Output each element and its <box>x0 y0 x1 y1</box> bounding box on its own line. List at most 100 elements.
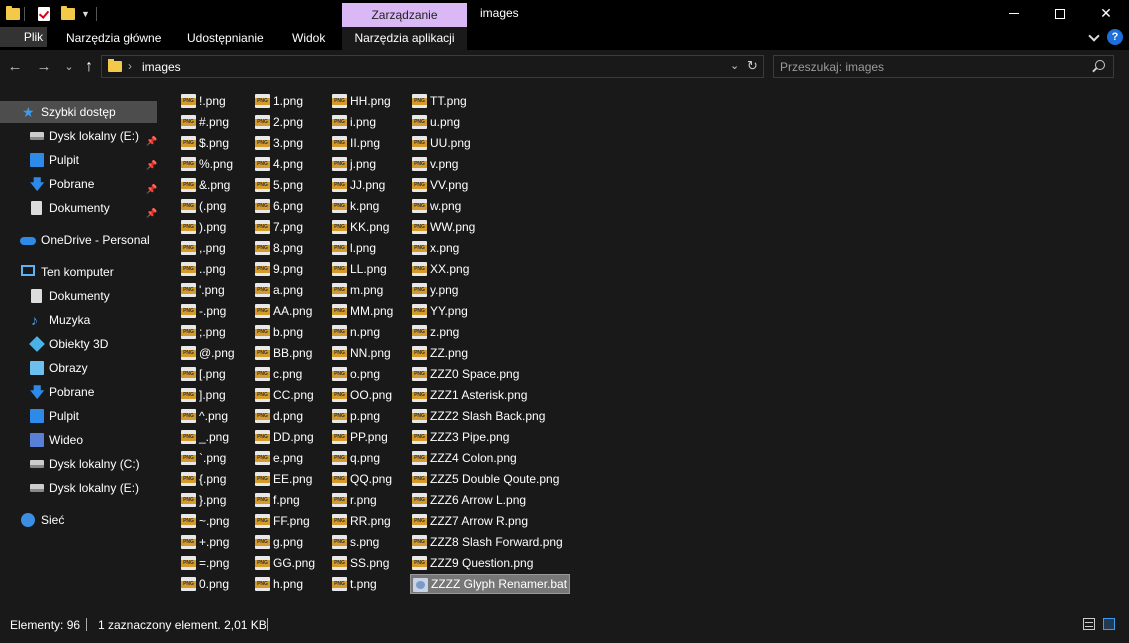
file-item[interactable]: b.png <box>253 322 303 342</box>
file-item[interactable]: SS.png <box>330 553 389 573</box>
search-box[interactable] <box>773 55 1114 78</box>
manage-tab[interactable]: Zarządzanie <box>342 3 467 27</box>
expand-ribbon-chevron-icon[interactable] <box>1087 31 1101 45</box>
file-item[interactable]: @.png <box>179 343 235 363</box>
search-icon[interactable] <box>1095 60 1105 70</box>
sidebar-item-pulpit-pinned[interactable]: Pulpit 📌 <box>0 149 157 171</box>
sidebar-item-dokumenty[interactable]: Dokumenty <box>0 285 157 307</box>
file-item[interactable]: +.png <box>179 532 229 552</box>
file-item[interactable]: 6.png <box>253 196 303 216</box>
file-item[interactable]: o.png <box>330 364 380 384</box>
file-item[interactable]: ZZZ3 Pipe.png <box>410 427 509 447</box>
sidebar-item-obrazy[interactable]: Obrazy <box>0 357 157 379</box>
file-item[interactable]: VV.png <box>410 175 468 195</box>
folder-icon[interactable] <box>6 5 20 23</box>
file-item[interactable]: QQ.png <box>330 469 392 489</box>
file-item[interactable]: -.png <box>179 301 226 321</box>
file-item[interactable]: 0.png <box>179 574 229 594</box>
file-item[interactable]: _.png <box>179 427 229 447</box>
sidebar-item-pobrane[interactable]: 🡇 Pobrane <box>0 381 157 403</box>
file-item[interactable]: ZZZ5 Double Qoute.png <box>410 469 559 489</box>
file-item[interactable]: d.png <box>253 406 303 426</box>
file-item[interactable]: v.png <box>410 154 458 174</box>
file-item[interactable]: 2.png <box>253 112 303 132</box>
file-item[interactable]: '.png <box>179 280 225 300</box>
file-item[interactable]: {.png <box>179 469 226 489</box>
file-item[interactable]: l.png <box>330 238 376 258</box>
file-item[interactable]: NN.png <box>330 343 391 363</box>
file-item[interactable]: 9.png <box>253 259 303 279</box>
file-item[interactable]: !.png <box>179 91 226 111</box>
file-item[interactable]: ZZZ9 Question.png <box>410 553 533 573</box>
file-item[interactable]: PP.png <box>330 427 388 447</box>
minimize-button[interactable] <box>991 0 1037 27</box>
address-bar[interactable]: › images ⌄ ↻ <box>101 55 764 78</box>
file-item[interactable]: ZZZ8 Slash Forward.png <box>410 532 563 552</box>
file-item[interactable]: YY.png <box>410 301 468 321</box>
up-button[interactable]: ↑ <box>79 58 99 76</box>
file-item[interactable]: g.png <box>253 532 303 552</box>
file-item[interactable]: ZZZ1 Asterisk.png <box>410 385 527 405</box>
sidebar-item-dokumenty-pinned[interactable]: Dokumenty 📌 <box>0 197 157 219</box>
tab-udostepnianie[interactable]: Udostępnianie <box>187 27 264 50</box>
sidebar-item-dysk-e[interactable]: Dysk lokalny (E:) <box>0 477 157 499</box>
tab-widok[interactable]: Widok <box>292 27 325 50</box>
file-item[interactable]: KK.png <box>330 217 389 237</box>
file-item[interactable]: 8.png <box>253 238 303 258</box>
file-item[interactable]: ..png <box>179 259 226 279</box>
file-item[interactable]: y.png <box>410 280 458 300</box>
properties-icon[interactable] <box>38 5 50 23</box>
file-item[interactable]: OO.png <box>330 385 392 405</box>
file-item[interactable]: ).png <box>179 217 226 237</box>
file-item[interactable]: 4.png <box>253 154 303 174</box>
file-item[interactable]: c.png <box>253 364 302 384</box>
sidebar-item-szybki-dostep[interactable]: ★ Szybki dostęp <box>0 101 157 123</box>
file-item[interactable]: ,.png <box>179 238 226 258</box>
file-item[interactable]: =.png <box>179 553 229 573</box>
file-item[interactable]: #.png <box>179 112 229 132</box>
file-item[interactable]: EE.png <box>253 469 312 489</box>
file-item[interactable]: n.png <box>330 322 380 342</box>
sidebar-item-pulpit[interactable]: Pulpit <box>0 405 157 427</box>
sidebar-item-ten-komputer[interactable]: Ten komputer <box>0 261 157 283</box>
file-item[interactable]: w.png <box>410 196 461 216</box>
file-item[interactable]: t.png <box>330 574 377 594</box>
file-item[interactable]: e.png <box>253 448 303 468</box>
details-view-icon[interactable] <box>1083 618 1095 630</box>
file-item[interactable]: ].png <box>179 385 226 405</box>
maximize-button[interactable] <box>1037 0 1083 27</box>
tab-plik[interactable]: Plik <box>0 27 47 47</box>
new-folder-icon[interactable] <box>61 5 75 23</box>
file-item[interactable]: RR.png <box>330 511 391 531</box>
file-item[interactable]: ^.png <box>179 406 228 426</box>
file-item[interactable]: ZZZ7 Arrow R.png <box>410 511 528 531</box>
file-item[interactable]: `.png <box>179 448 226 468</box>
sidebar-item-muzyka[interactable]: ♪ Muzyka <box>0 309 157 331</box>
file-item[interactable]: k.png <box>330 196 379 216</box>
file-item[interactable]: 7.png <box>253 217 303 237</box>
pin-icon[interactable]: 📌 <box>146 202 157 224</box>
sidebar-item-wideo[interactable]: Wideo <box>0 429 157 451</box>
file-item[interactable]: UU.png <box>410 133 471 153</box>
refresh-icon[interactable]: ↻ <box>747 58 758 74</box>
file-item[interactable]: ZZZ0 Space.png <box>410 364 519 384</box>
help-icon[interactable]: ? <box>1107 29 1123 45</box>
sidebar-item-pobrane-pinned[interactable]: 🡇 Pobrane 📌 <box>0 173 157 195</box>
file-item[interactable]: ~.png <box>179 511 229 531</box>
file-item[interactable]: CC.png <box>253 385 314 405</box>
chevron-right-icon[interactable]: › <box>128 59 132 73</box>
file-item[interactable]: XX.png <box>410 259 469 279</box>
file-item[interactable]: x.png <box>410 238 459 258</box>
file-item[interactable]: ZZZ4 Colon.png <box>410 448 517 468</box>
file-item[interactable]: WW.png <box>410 217 475 237</box>
close-button[interactable]: ✕ <box>1083 0 1129 27</box>
customize-toolbar-icon[interactable]: ▼ <box>81 5 90 23</box>
file-item[interactable]: $.png <box>179 133 229 153</box>
file-item[interactable]: AA.png <box>253 301 312 321</box>
chevron-down-icon[interactable]: ⌄ <box>730 59 739 72</box>
file-item[interactable]: p.png <box>330 406 380 426</box>
sidebar-item-siec[interactable]: Sieć <box>0 509 157 531</box>
file-item[interactable]: j.png <box>330 154 376 174</box>
search-input[interactable] <box>780 58 1080 75</box>
file-item[interactable]: MM.png <box>330 301 393 321</box>
